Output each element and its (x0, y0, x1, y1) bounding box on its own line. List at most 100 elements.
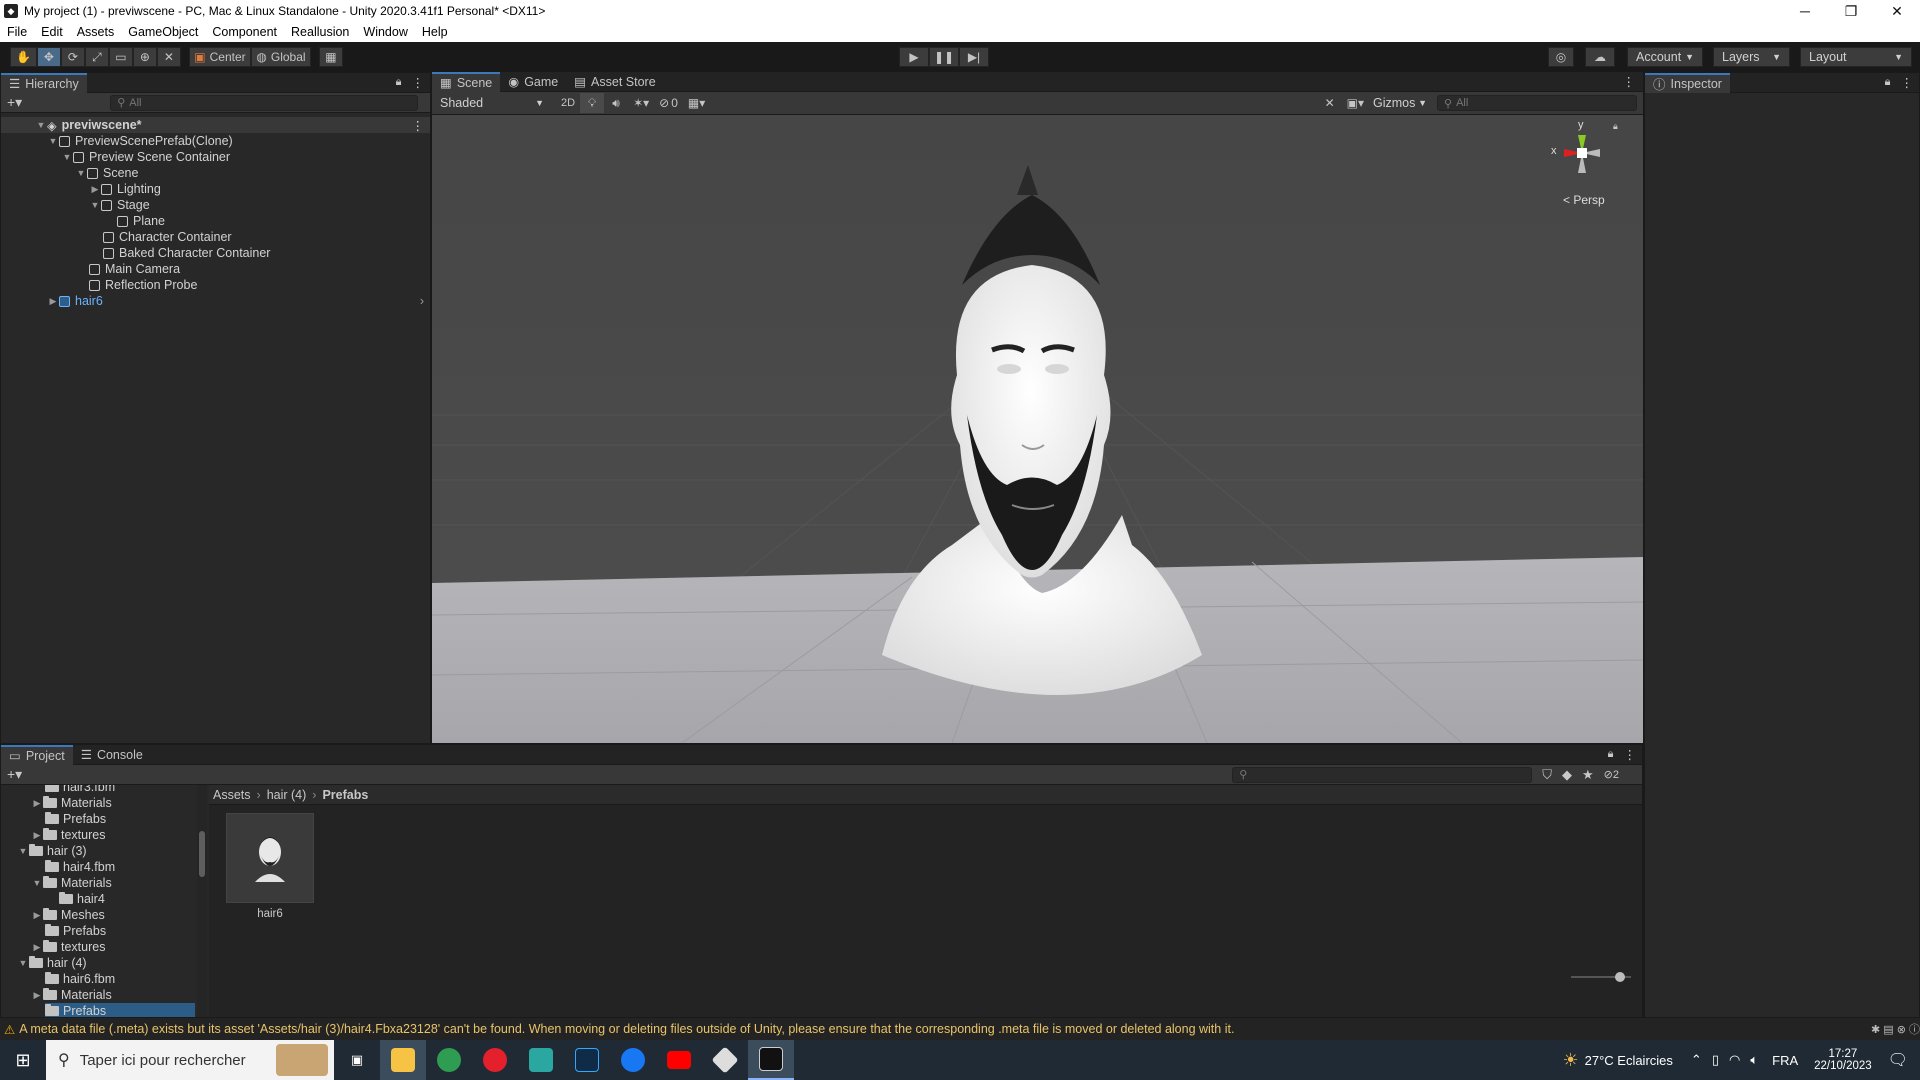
tree-item[interactable]: Prefabs (45, 811, 106, 827)
pivot-toggle[interactable]: ▣ Center (188, 47, 251, 67)
kebab-menu-icon[interactable]: ⋮ (1624, 747, 1637, 762)
tab-inspector[interactable]: ⓘ Inspector (1645, 72, 1730, 93)
asset-thumbnail[interactable] (226, 813, 314, 903)
tree-item[interactable]: ▼ Materials (31, 875, 112, 891)
add-button[interactable]: +▾ (7, 94, 22, 111)
lock-icon[interactable]: 🔒︎ (396, 76, 402, 89)
move-tool-icon[interactable]: ✥ (36, 47, 61, 67)
tree-item[interactable]: hair4 (59, 891, 105, 907)
pause-button[interactable]: ❚❚ (929, 47, 959, 67)
hidden-objects-toggle[interactable]: ⊘ 0 (654, 93, 683, 113)
layers-dropdown[interactable]: Layers ▼ (1713, 47, 1790, 67)
youtube-button[interactable] (656, 1040, 702, 1080)
menu-assets[interactable]: Assets (70, 25, 122, 39)
tab-project[interactable]: ▭ Project (1, 744, 73, 765)
tools-icon[interactable]: ✕ (1318, 93, 1342, 113)
notifications-icon[interactable]: 🗨︎ (1888, 1050, 1908, 1070)
play-button[interactable]: ▶ (899, 47, 929, 67)
audio-toggle-icon[interactable]: 🔊︎ (604, 93, 628, 113)
volume-icon[interactable]: 🔈︎ (1750, 1052, 1758, 1068)
hierarchy-item[interactable]: Character Container (1, 229, 232, 245)
icon-size-slider[interactable] (1571, 972, 1631, 982)
hierarchy-item[interactable]: Main Camera (1, 261, 180, 277)
breadcrumb-item[interactable]: Assets (213, 788, 251, 802)
tab-game[interactable]: ◉ Game (500, 72, 566, 92)
scrollbar-thumb[interactable] (199, 831, 205, 877)
space-toggle[interactable]: ◍ Global (250, 47, 311, 67)
task-view-button[interactable]: ▣ (334, 1040, 380, 1080)
chevron-up-icon[interactable]: ⌃ (1691, 1052, 1702, 1068)
expand-arrow-icon[interactable]: ▼ (75, 168, 87, 178)
tree-item[interactable]: hair6.fbm (45, 971, 115, 987)
filter-label-icon[interactable]: ◆ (1562, 767, 1572, 783)
file-explorer-button[interactable] (380, 1040, 426, 1080)
layout-dropdown[interactable]: Layout ▼ (1800, 47, 1912, 67)
hierarchy-item[interactable]: ▼ Scene (1, 165, 139, 181)
close-button[interactable]: ✕ (1874, 3, 1920, 20)
custom-tool-icon[interactable]: ✕ (156, 47, 181, 67)
expand-arrow-icon[interactable]: ▼ (17, 846, 29, 856)
account-dropdown[interactable]: Account ▼ (1627, 47, 1703, 67)
tree-item[interactable]: ▶ Materials (31, 987, 112, 1003)
tree-item[interactable]: ▼ hair (4) (17, 955, 87, 971)
expand-arrow-icon[interactable]: ▼ (89, 200, 101, 210)
expand-arrow-icon[interactable]: ▶ (31, 942, 43, 953)
device-icon[interactable]: ▯ (1712, 1052, 1719, 1068)
hand-tool-icon[interactable]: ✋ (10, 47, 37, 67)
language-indicator[interactable]: FRA (1772, 1053, 1798, 1068)
shading-mode-dropdown[interactable]: Shaded ▼ (432, 93, 552, 113)
kebab-menu-icon[interactable]: ⋮ (1901, 75, 1914, 90)
restore-button[interactable]: ❐ (1828, 3, 1874, 20)
cloud-icon[interactable]: ☁ (1585, 47, 1615, 67)
kebab-menu-icon[interactable]: ⋮ (412, 118, 425, 133)
hierarchy-item[interactable]: ▶ Lighting (1, 181, 161, 197)
tree-item[interactable]: hair3.fbm (45, 785, 115, 795)
rotate-tool-icon[interactable]: ⟳ (60, 47, 85, 67)
facebook-button[interactable] (610, 1040, 656, 1080)
transform-tool-icon[interactable]: ⊕ (132, 47, 157, 67)
hierarchy-item[interactable]: ▼ Preview Scene Container (1, 149, 231, 165)
tree-item[interactable]: ▶ Materials (31, 795, 112, 811)
grid-snap-icon[interactable]: ▦ (318, 47, 343, 67)
hierarchy-item[interactable]: ▼ Stage (1, 197, 150, 213)
unity-editor-button[interactable] (748, 1040, 794, 1080)
effects-toggle-icon[interactable]: ✶▾ (628, 93, 654, 113)
rect-tool-icon[interactable]: ▭ (108, 47, 133, 67)
tree-scrollbar[interactable] (197, 785, 207, 1017)
tree-item[interactable]: ▶ textures (31, 827, 105, 843)
scene-search-input[interactable]: ⚲ All (1437, 95, 1637, 111)
tab-asset-store[interactable]: ▤ Asset Store (566, 72, 663, 92)
tree-item[interactable]: Prefabs (45, 923, 106, 939)
menu-edit[interactable]: Edit (34, 25, 70, 39)
tab-scene[interactable]: ▦ Scene (432, 71, 501, 92)
tree-item[interactable]: ▶ Meshes (31, 907, 105, 923)
expand-arrow-icon[interactable]: ▼ (31, 878, 43, 888)
expand-arrow-icon[interactable]: ▼ (61, 152, 73, 162)
breadcrumb-item[interactable]: Prefabs (322, 788, 368, 802)
expand-arrow-icon[interactable]: ▶ (47, 296, 59, 307)
favorite-star-icon[interactable]: ★ (1582, 767, 1594, 783)
menu-window[interactable]: Window (356, 25, 414, 39)
slider-handle[interactable] (1615, 972, 1625, 982)
tree-item[interactable]: ▶ textures (31, 939, 105, 955)
projection-toggle[interactable]: < Persp (1563, 193, 1605, 207)
expand-arrow-icon[interactable]: ▶ (89, 184, 101, 195)
lock-icon[interactable]: 🔒︎ (1608, 748, 1614, 761)
tab-hierarchy[interactable]: ☰ Hierarchy (1, 72, 87, 93)
tree-item[interactable]: ▼ hair (3) (17, 843, 87, 859)
chevron-right-icon[interactable]: › (420, 294, 424, 308)
tree-item[interactable]: hair4.fbm (45, 859, 115, 875)
lock-icon[interactable]: 🔒︎ (1613, 121, 1618, 132)
filter-type-icon[interactable]: ⛉ (1542, 767, 1552, 783)
hierarchy-search-input[interactable]: ⚲ All (110, 94, 419, 111)
lighting-toggle-icon[interactable]: 💡︎ (580, 93, 605, 113)
expand-arrow-icon[interactable]: ▼ (17, 958, 29, 968)
lock-icon[interactable]: 🔒︎ (1885, 76, 1891, 89)
kebab-menu-icon[interactable]: ⋮ (412, 75, 425, 90)
expand-arrow-icon[interactable]: ▶ (31, 990, 43, 1001)
scene-root-row[interactable]: ▼ ◈ previwscene* ⋮ (1, 117, 430, 133)
project-search-input[interactable]: ⚲ (1232, 766, 1533, 783)
unity-hub-button[interactable] (702, 1040, 748, 1080)
expand-arrow-icon[interactable]: ▼ (35, 120, 47, 130)
expand-arrow-icon[interactable]: ▼ (47, 136, 59, 146)
